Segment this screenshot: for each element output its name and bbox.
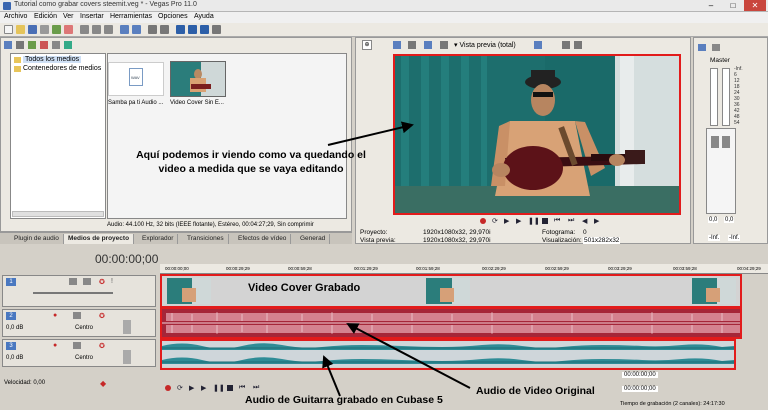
arrow-to-audio-2 [346, 323, 471, 389]
arrow-to-preview [327, 121, 414, 146]
arrow-to-audio-3 [322, 355, 341, 397]
annotation-arrows [322, 121, 471, 397]
